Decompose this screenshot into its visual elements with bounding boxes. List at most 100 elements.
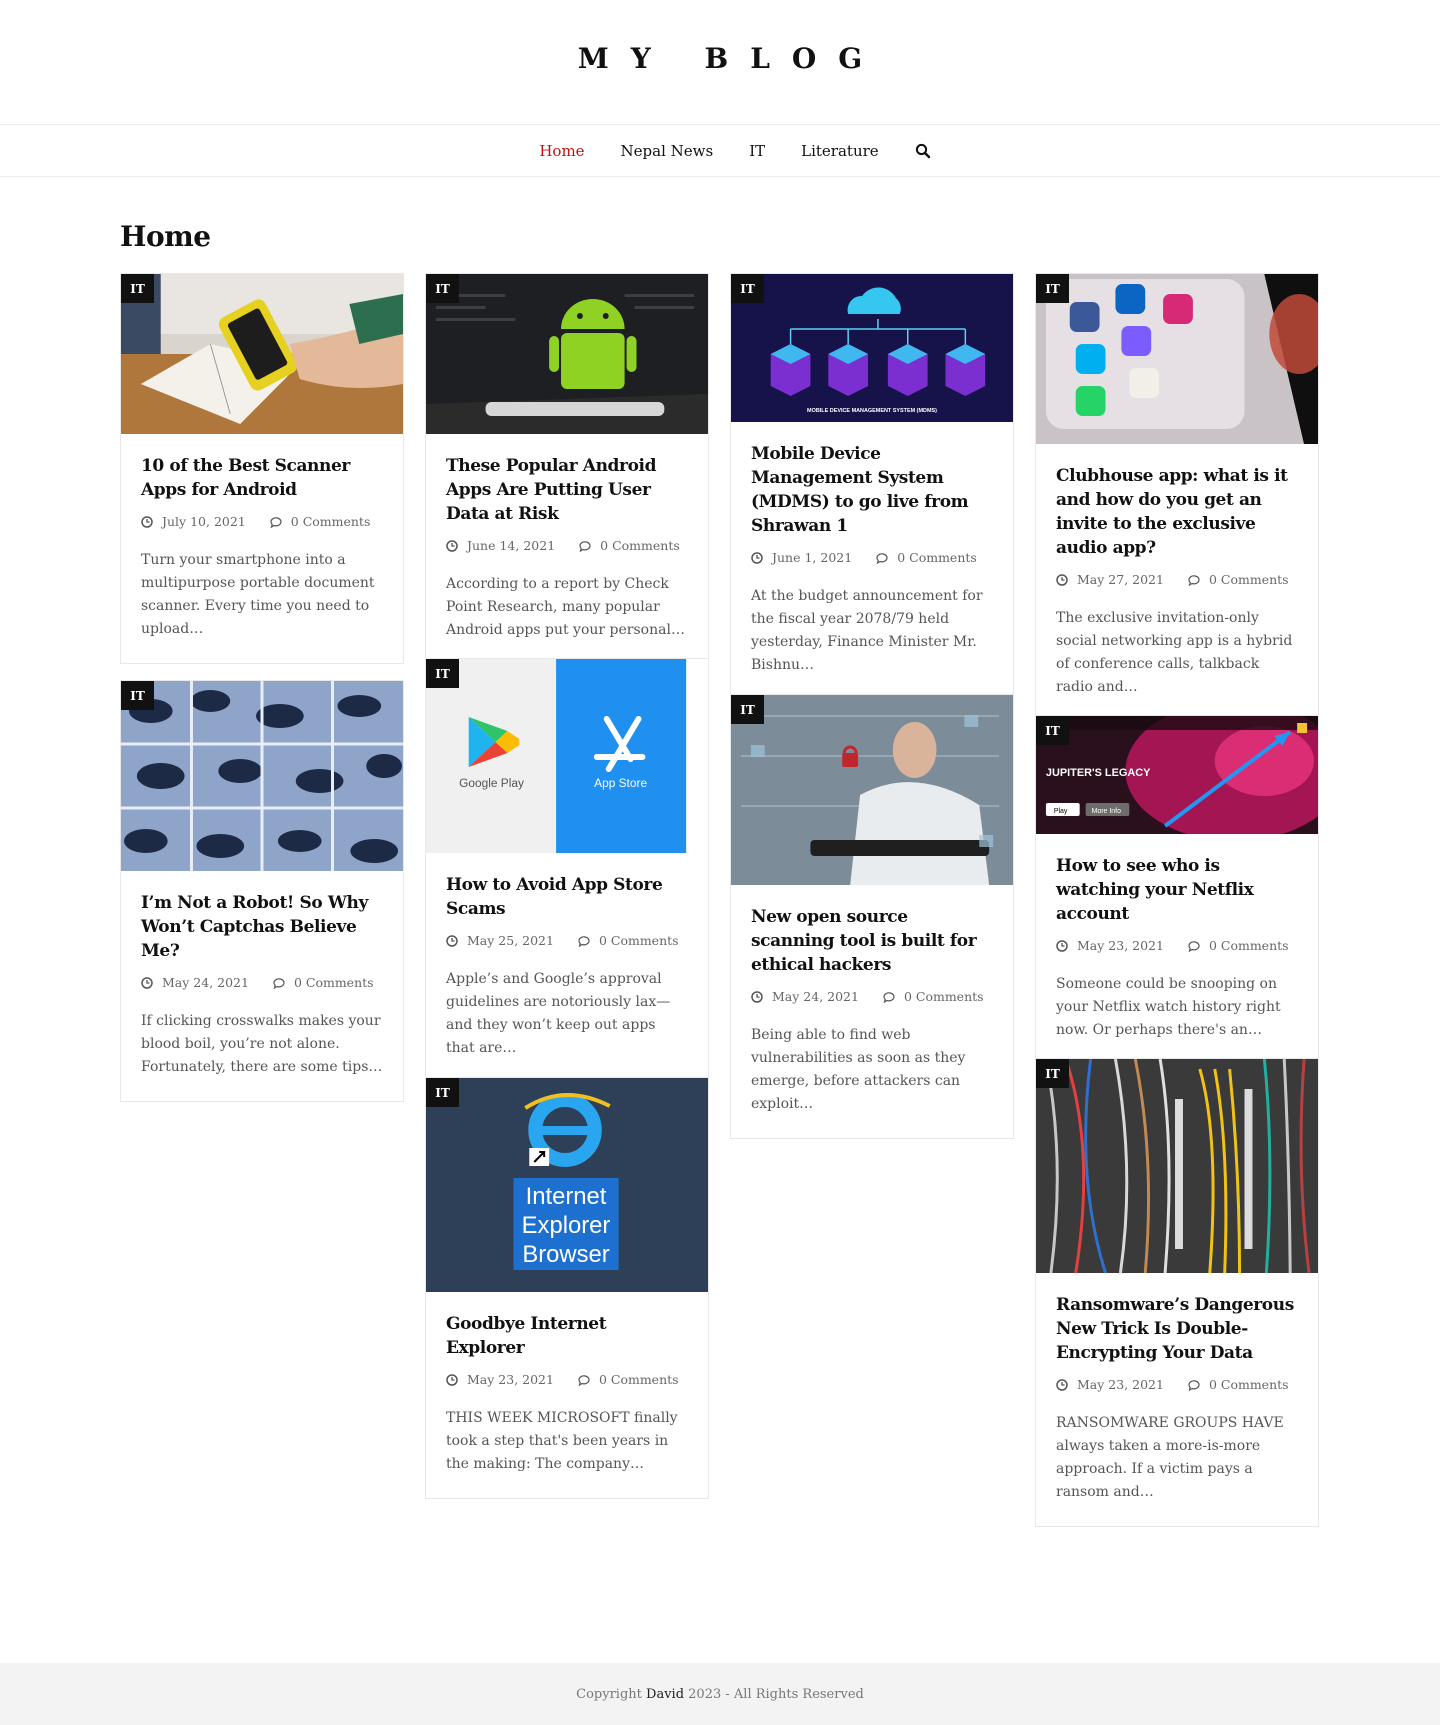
category-badge[interactable]: IT — [1036, 274, 1069, 303]
post-comments[interactable]: 0 Comments — [291, 514, 371, 529]
post-comments[interactable]: 0 Comments — [600, 538, 680, 553]
post-image[interactable]: IT — [121, 274, 403, 434]
post-comments[interactable]: 0 Comments — [1209, 938, 1289, 953]
post-excerpt: Being able to find web vulnerabilities a… — [751, 1027, 966, 1112]
clock-icon — [446, 539, 458, 552]
post-excerpt: At the budget announcement for the fisca… — [751, 588, 983, 673]
post-image[interactable]: IT — [426, 274, 708, 434]
category-badge[interactable]: IT — [426, 659, 459, 688]
post-date[interactable]: May 24, 2021 — [162, 975, 249, 990]
site-title[interactable]: MY BLOG — [556, 42, 884, 75]
nav-item-it[interactable]: IT — [749, 142, 765, 160]
post-card-ransomware: IT Ransomware’s Dangerous New Trick Is D… — [1035, 1058, 1319, 1527]
category-badge[interactable]: IT — [731, 274, 764, 303]
page-title: Home — [120, 220, 211, 253]
footer-author-link[interactable]: David — [646, 1687, 684, 1702]
post-comments[interactable]: 0 Comments — [897, 550, 977, 565]
post-comments[interactable]: 0 Comments — [294, 975, 374, 990]
post-date[interactable]: May 23, 2021 — [467, 1372, 554, 1387]
post-excerpt: According to a report by Check Point Res… — [446, 576, 685, 638]
search-icon[interactable] — [915, 143, 931, 159]
post-title[interactable]: I’m Not a Robot! So Why Won’t Captchas B… — [141, 891, 383, 963]
post-title[interactable]: Ransomware’s Dangerous New Trick Is Doub… — [1056, 1293, 1298, 1365]
post-title[interactable]: How to see who is watching your Netflix … — [1056, 854, 1298, 926]
netflix-more-info-label: More Info — [1092, 808, 1121, 815]
site-footer: Copyright David 2023 - All Rights Reserv… — [0, 1663, 1440, 1725]
nav-item-nepal-news[interactable]: Nepal News — [621, 142, 714, 160]
post-comments[interactable]: 0 Comments — [1209, 1377, 1289, 1392]
post-image[interactable]: Internet Explorer Browser IT — [426, 1078, 708, 1292]
ie-label-line3: Browser — [522, 1241, 609, 1268]
comment-icon — [1188, 1379, 1200, 1391]
post-image[interactable]: IT — [731, 695, 1013, 885]
comment-icon — [270, 516, 282, 528]
post-card-netflix: JUPITER'S LEGACY Play More Info IT How t… — [1035, 715, 1319, 1065]
post-excerpt: If clicking crosswalks makes your blood … — [141, 1013, 383, 1075]
post-image[interactable]: Google Play App Store IT — [426, 659, 708, 853]
comment-icon — [578, 935, 590, 947]
post-date[interactable]: May 23, 2021 — [1077, 938, 1164, 953]
google-play-text: Google Play — [459, 776, 524, 790]
category-badge[interactable]: IT — [1036, 716, 1069, 745]
comment-icon — [1188, 574, 1200, 586]
post-date[interactable]: May 24, 2021 — [772, 989, 859, 1004]
post-title[interactable]: How to Avoid App Store Scams — [446, 873, 688, 921]
post-image[interactable]: IT — [1036, 274, 1318, 444]
netflix-play-label: Play — [1054, 808, 1068, 815]
category-badge[interactable]: IT — [426, 274, 459, 303]
clock-icon — [141, 976, 153, 989]
post-comments[interactable]: 0 Comments — [904, 989, 984, 1004]
post-excerpt: Turn your smartphone into a multipurpose… — [141, 552, 375, 637]
nav-item-home[interactable]: Home — [539, 142, 584, 160]
clock-icon — [446, 1373, 458, 1386]
post-image[interactable]: IT — [121, 681, 403, 871]
post-excerpt: The exclusive invitation-only social net… — [1056, 610, 1293, 695]
post-comments[interactable]: 0 Comments — [1209, 572, 1289, 587]
post-excerpt: THIS WEEK MICROSOFT finally took a step … — [446, 1410, 678, 1472]
comment-icon — [579, 540, 591, 552]
comment-icon — [578, 1374, 590, 1386]
post-image[interactable]: MOBILE DEVICE MANAGEMENT SYSTEM (MDMS) I… — [731, 274, 1013, 422]
post-card-mdms: MOBILE DEVICE MANAGEMENT SYSTEM (MDMS) I… — [730, 273, 1014, 700]
post-date[interactable]: May 27, 2021 — [1077, 572, 1164, 587]
post-title[interactable]: These Popular Android Apps Are Putting U… — [446, 454, 688, 526]
footer-copyright-suffix: 2023 - All Rights Reserved — [684, 1686, 864, 1702]
post-card-scanner-apps: IT 10 of the Best Scanner Apps for Andro… — [120, 273, 404, 664]
post-card-app-store-scams: Google Play App Store IT How to Avoid Ap… — [425, 658, 709, 1083]
post-image[interactable]: IT — [1036, 1059, 1318, 1273]
clock-icon — [751, 551, 763, 564]
post-title[interactable]: Mobile Device Management System (MDMS) t… — [751, 442, 993, 538]
post-card-internet-explorer: Internet Explorer Browser IT Goodbye Int… — [425, 1077, 709, 1499]
main-nav: Home Nepal News IT Literature — [0, 125, 1440, 177]
category-badge[interactable]: IT — [121, 274, 154, 303]
post-title[interactable]: Goodbye Internet Explorer — [446, 1312, 688, 1360]
post-card-clubhouse: IT Clubhouse app: what is it and how do … — [1035, 273, 1319, 722]
clock-icon — [141, 515, 153, 528]
category-badge[interactable]: IT — [121, 681, 154, 710]
post-date[interactable]: May 23, 2021 — [1077, 1377, 1164, 1392]
post-comments[interactable]: 0 Comments — [599, 1372, 679, 1387]
post-title[interactable]: 10 of the Best Scanner Apps for Android — [141, 454, 383, 502]
post-date[interactable]: May 25, 2021 — [467, 933, 554, 948]
site-header: MY BLOG — [0, 0, 1440, 125]
clock-icon — [1056, 939, 1068, 952]
category-badge[interactable]: IT — [731, 695, 764, 724]
post-excerpt: Apple’s and Google’s approval guidelines… — [446, 971, 671, 1056]
post-image[interactable]: JUPITER'S LEGACY Play More Info IT — [1036, 716, 1318, 834]
post-comments[interactable]: 0 Comments — [599, 933, 679, 948]
comment-icon — [1188, 940, 1200, 952]
category-badge[interactable]: IT — [1036, 1059, 1069, 1088]
nav-item-literature[interactable]: Literature — [801, 142, 879, 160]
post-date[interactable]: June 14, 2021 — [467, 538, 555, 553]
post-title[interactable]: New open source scanning tool is built f… — [751, 905, 993, 977]
category-badge[interactable]: IT — [426, 1078, 459, 1107]
post-card-android-apps: IT These Popular Android Apps Are Puttin… — [425, 273, 709, 665]
footer-copyright-prefix: Copyright — [576, 1686, 647, 1702]
clock-icon — [1056, 1378, 1068, 1391]
netflix-show-title: JUPITER'S LEGACY — [1046, 767, 1151, 779]
post-excerpt: RANSOMWARE GROUPS HAVE always taken a mo… — [1056, 1415, 1284, 1500]
post-date[interactable]: July 10, 2021 — [162, 514, 246, 529]
post-title[interactable]: Clubhouse app: what is it and how do you… — [1056, 464, 1298, 560]
comment-icon — [273, 977, 285, 989]
post-date[interactable]: June 1, 2021 — [772, 550, 852, 565]
